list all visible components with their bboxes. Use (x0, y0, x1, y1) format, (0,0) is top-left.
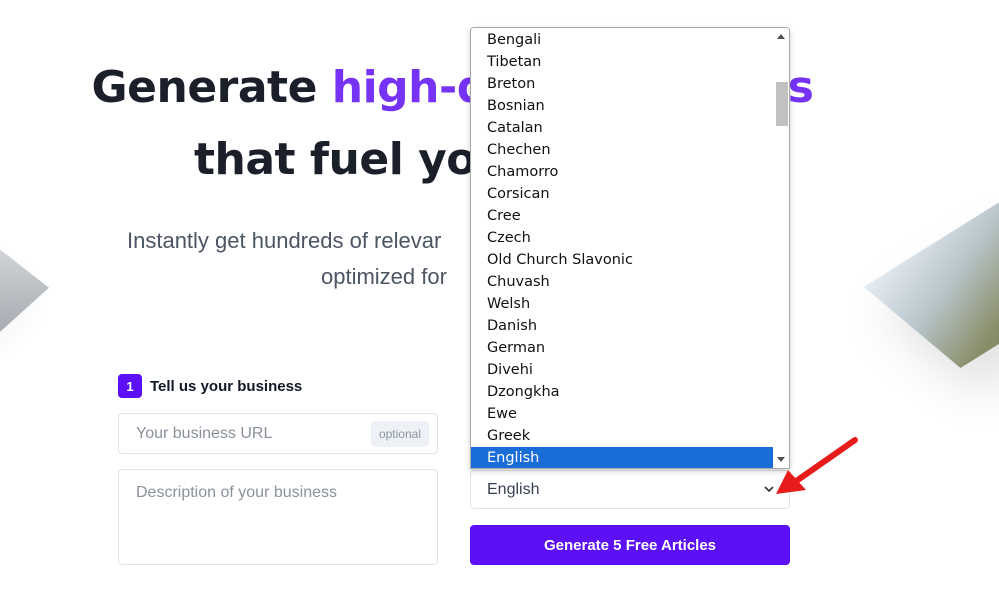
headline-accent: high-q (331, 62, 488, 113)
step-1-header: 1 Tell us your business (118, 374, 302, 398)
scroll-up-arrow-icon[interactable] (777, 34, 785, 39)
business-url-input[interactable] (134, 424, 358, 444)
dropdown-option[interactable]: Ewe (471, 403, 773, 425)
dropdown-option[interactable]: Corsican (471, 183, 773, 205)
step-number-badge: 1 (118, 374, 142, 398)
dropdown-option[interactable]: Danish (471, 315, 773, 337)
red-arrow-icon (776, 437, 858, 494)
dropdown-option[interactable]: Czech (471, 227, 773, 249)
subtitle-text-2: optimized for (321, 264, 447, 289)
optional-badge: optional (370, 421, 429, 447)
generate-articles-button[interactable]: Generate 5 Free Articles (470, 525, 790, 565)
dropdown-option[interactable]: Catalan (471, 117, 773, 139)
dropdown-option[interactable]: Chamorro (471, 161, 773, 183)
dropdown-option[interactable]: Chuvash (471, 271, 773, 293)
decorative-image-left (0, 244, 49, 336)
dropdown-option[interactable]: Old Church Slavonic (471, 249, 773, 271)
step-title: Tell us your business (150, 377, 303, 395)
scrollbar-thumb[interactable] (776, 82, 788, 126)
dropdown-option[interactable]: Welsh (471, 293, 773, 315)
headline-prefix: Generate (91, 62, 332, 113)
dropdown-option[interactable]: Dzongkha (471, 381, 773, 403)
language-select[interactable]: English (470, 470, 790, 509)
language-select-value: English (487, 481, 540, 498)
dropdown-option[interactable]: Greek (471, 425, 773, 447)
headline-accent-end: s (787, 62, 814, 113)
dropdown-option[interactable]: English (471, 447, 773, 468)
dropdown-option[interactable]: German (471, 337, 773, 359)
dropdown-option[interactable]: Breton (471, 73, 773, 95)
dropdown-option[interactable]: Bengali (471, 29, 773, 51)
dropdown-option[interactable]: Bosnian (471, 95, 773, 117)
dropdown-option[interactable]: Divehi (471, 359, 773, 381)
dropdown-scrollbar[interactable] (773, 28, 789, 468)
language-dropdown-list[interactable]: Bengali Tibetan Breton Bosnian Catalan Cheche… (470, 27, 790, 469)
business-description-field[interactable] (118, 469, 438, 565)
dropdown-option[interactable]: Chechen (471, 139, 773, 161)
dropdown-options: Bengali Tibetan Breton Bosnian Catalan Cheche… (471, 29, 773, 468)
business-url-field[interactable]: optional (118, 413, 438, 454)
dropdown-option[interactable]: Tibetan (471, 51, 773, 73)
business-description-input[interactable] (134, 482, 428, 556)
headline-line2-text: that fuel you (194, 134, 507, 185)
subtitle-text-1: Instantly get hundreds of relevar (127, 228, 442, 253)
dropdown-option[interactable]: Cree (471, 205, 773, 227)
